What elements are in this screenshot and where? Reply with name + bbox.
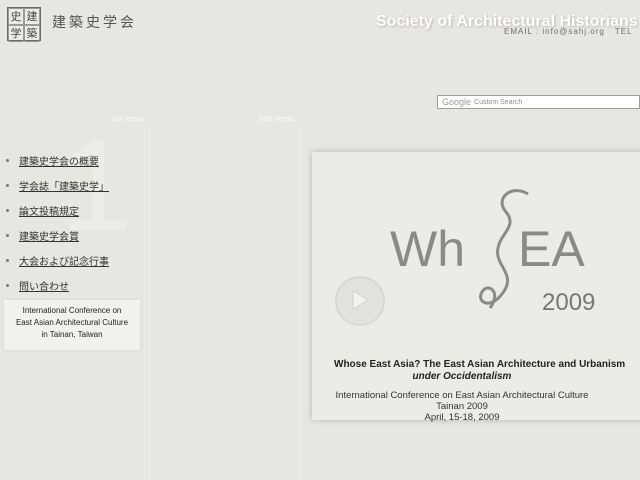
- sidebar-nav: 建築史学会の概要 学会誌「建築史学」 論文投稿規定 建築史学会賞 大会および記念…: [6, 148, 109, 298]
- conference-line: International Conference on: [22, 306, 122, 315]
- email-text[interactable]: EMAIL : info@sahj.org: [504, 27, 605, 36]
- banner-info-line: April, 15-18, 2009: [424, 412, 500, 423]
- bullet-icon: [6, 184, 9, 187]
- bullet-icon: [6, 259, 9, 262]
- search-input[interactable]: Google Custom Search: [437, 95, 640, 109]
- column-divider: [149, 124, 150, 480]
- play-button[interactable]: [335, 276, 385, 326]
- bullet-icon: [6, 159, 9, 162]
- conference-line: in Tainan, Taiwan: [41, 330, 103, 339]
- play-icon: [352, 290, 369, 310]
- tel-label: TEL: [614, 27, 633, 36]
- nav-item-events[interactable]: 大会および記念行事: [6, 248, 109, 273]
- banner-info-line: International Conference on East Asian A…: [335, 390, 589, 401]
- logo-ea-text: EA: [518, 221, 585, 277]
- page: 史 建 学 築 建築史学会 Society of Architectural H…: [0, 0, 640, 480]
- nav-item-award[interactable]: 建築史学会賞: [6, 223, 109, 248]
- nav-item-label: 建築史学会賞: [19, 232, 79, 243]
- society-logo-mark[interactable]: 史 建 学 築: [7, 7, 41, 42]
- column-divider: [299, 124, 300, 480]
- bullet-icon: [6, 284, 9, 287]
- nav-item-label: 大会および記念行事: [19, 257, 109, 268]
- banner-subtitle: under Occidentalism: [312, 371, 612, 382]
- logo-char: 史: [8, 8, 24, 25]
- nav-item-journal[interactable]: 学会誌「建築史学」: [6, 173, 109, 198]
- logo-char: 学: [8, 25, 24, 42]
- banner-info-line: Tainan 2009: [436, 401, 488, 412]
- nav-item-overview[interactable]: 建築史学会の概要: [6, 148, 109, 173]
- whosea-logo: Wh EA 2009: [390, 189, 595, 316]
- subtitle-emphasis: Occidentalism: [443, 371, 512, 382]
- first-menu-label: 1st menu: [112, 116, 145, 123]
- logo-char: 築: [24, 25, 40, 42]
- google-logo: Google: [442, 97, 472, 107]
- nav-item-label: 学会誌「建築史学」: [19, 182, 109, 193]
- site-name[interactable]: 建築史学会: [52, 12, 137, 32]
- nav-item-submission-rules[interactable]: 論文投稿規定: [6, 198, 109, 223]
- banner-info: International Conference on East Asian A…: [312, 390, 612, 423]
- logo-char: 建: [24, 8, 40, 25]
- logo-wh-text: Wh: [390, 221, 465, 277]
- contact-info: EMAIL : info@sahj.org TEL: [504, 27, 633, 36]
- nav-item-label: 論文投稿規定: [19, 207, 79, 218]
- conference-line: East Asian Architectural Culture: [15, 318, 129, 327]
- subtitle-prefix: under: [412, 371, 444, 382]
- nav-item-label: 建築史学会の概要: [19, 157, 99, 168]
- bullet-icon: [6, 234, 9, 237]
- conference-banner[interactable]: Wh EA 2009 Whose East Asia? The East Asi…: [312, 152, 640, 423]
- nav-item-label: 問い合わせ: [19, 282, 69, 293]
- bullet-icon: [6, 209, 9, 212]
- logo-year: 2009: [542, 289, 595, 316]
- search-placeholder: Custom Search: [474, 98, 523, 106]
- banner-title: Whose East Asia? The East Asian Architec…: [334, 359, 626, 370]
- second-menu-label: 2nd menu: [259, 116, 295, 123]
- conference-link-box[interactable]: International Conference on East Asian A…: [4, 300, 140, 350]
- nav-item-contact[interactable]: 問い合わせ: [6, 273, 109, 298]
